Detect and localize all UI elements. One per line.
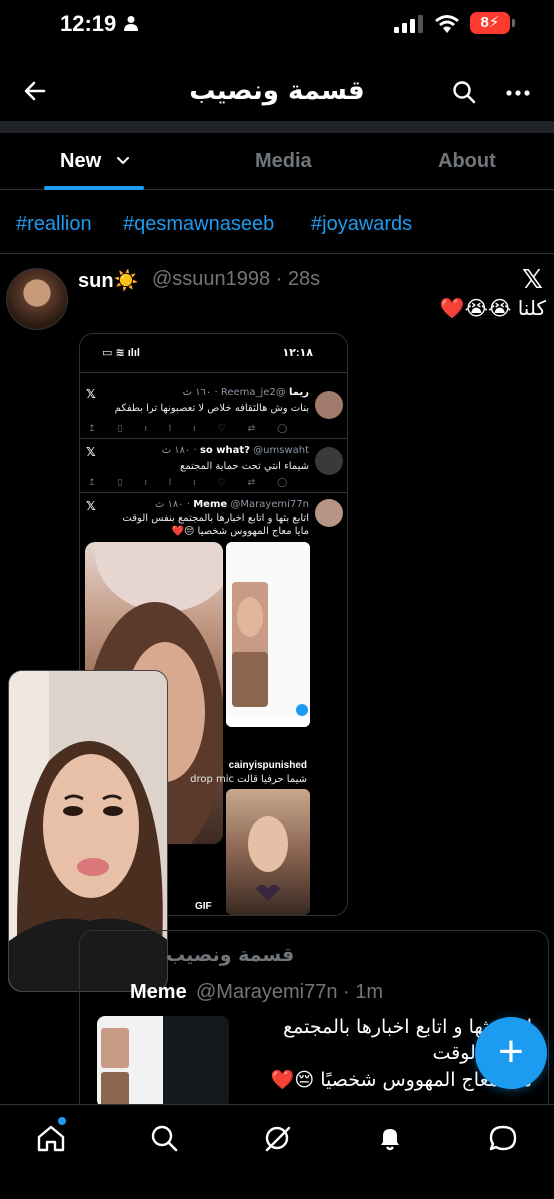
avatar[interactable] xyxy=(6,268,68,330)
messages-icon[interactable] xyxy=(488,1123,518,1153)
tab-new[interactable]: New xyxy=(60,150,101,173)
embedded-nested-screenshot xyxy=(226,542,310,727)
embedded-post-name: Meme xyxy=(193,499,228,510)
status-bar: 12:19 8⚡ xyxy=(0,0,554,50)
battery-tip xyxy=(512,19,515,27)
embedded-post: 𝕏 Meme @Marayemi77n · ١٨٠ ث اتابع بثها و… xyxy=(80,492,347,542)
embedded-time: ١٢:١٨ xyxy=(282,347,313,359)
hashtag-row: #reallion #qesmawnaseeb #joyawards xyxy=(0,190,554,254)
compose-plus-icon[interactable]: + xyxy=(475,1017,547,1089)
x-logo-icon: 𝕏 xyxy=(86,499,96,513)
home-notification-dot xyxy=(58,1117,66,1125)
hashtag-link[interactable]: #reallion xyxy=(16,213,92,236)
embedded-post: 𝕏 ريما @Reema_je2 · ١٦٠ ث بنات وش هالثقا… xyxy=(80,372,347,440)
embedded-post-meta: @Marayemi77n · ١٨٠ ث xyxy=(154,499,309,510)
tweet-author-name[interactable]: sun☀️ xyxy=(78,268,138,293)
tab-bar: New Media About xyxy=(0,134,554,190)
quoted-thumb-art xyxy=(97,1016,163,1108)
tweet-text: كلنا 😭😭❤️ xyxy=(439,296,546,320)
embedded-post-text: مايا معاج المهووس شخصيا 😔❤️ xyxy=(171,526,310,537)
tweet-author-handle: @ssuun1998 · 28s xyxy=(152,268,321,290)
avatar xyxy=(315,391,343,419)
embedded-post-name: ريما xyxy=(289,387,309,398)
status-time: 12:19 xyxy=(60,11,117,36)
x-logo-icon: 𝕏 xyxy=(522,264,543,294)
embedded-photo-art xyxy=(248,816,288,901)
embedded-status-icons: ▭ ≋ ılıl xyxy=(102,347,140,359)
embedded-post-text: شيما حرفيا قالت drop mic xyxy=(190,774,307,785)
battery-level: 8 xyxy=(480,14,489,31)
avatar xyxy=(315,447,343,475)
wifi-icon xyxy=(435,15,459,33)
quoted-author-handle: @Marayemi77n · 1m xyxy=(196,981,384,1003)
embedded-post: 𝕏 so what? @umswaht · ١٨٠ ث شيماء انتي ت… xyxy=(80,438,347,490)
battery-indicator: 8⚡ xyxy=(470,12,510,34)
x-logo-icon: 𝕏 xyxy=(86,445,96,459)
grok-icon[interactable] xyxy=(262,1123,292,1153)
embedded-post-text: اتابع بثها و اتابع اخبارها بالمجتمع بنفس… xyxy=(122,513,309,524)
embedded-actions: ↥▯ılı♡⇄◯ xyxy=(88,423,310,433)
notifications-icon[interactable] xyxy=(375,1123,405,1153)
quoted-community-label: قسمة ونصيب xyxy=(166,944,295,966)
embedded-post-text: بنات وش هالثقافه خلاص لا تعصبونها ترا بط… xyxy=(114,403,309,414)
embedded-post-header: Meme @Marayemi77n · ١٨٠ ث xyxy=(155,499,309,510)
embedded-post-header: ريما @Reema_je2 · ١٦٠ ث xyxy=(183,387,309,398)
gif-badge: GIF xyxy=(192,900,215,913)
tab-about[interactable]: About xyxy=(438,150,496,173)
chevron-down-icon[interactable] xyxy=(116,154,130,168)
signal-icon xyxy=(394,15,423,33)
embedded-post-meta: @Reema_je2 · ١٦٠ ث xyxy=(182,387,286,398)
community-header: قسمة ونصيب xyxy=(0,60,554,124)
embedded-post-text: شيماء انتي تحت حماية المجتمع xyxy=(180,461,309,472)
home-icon[interactable] xyxy=(36,1123,66,1153)
more-icon[interactable] xyxy=(505,89,531,97)
embedded-actions: ↥▯ılı♡⇄◯ xyxy=(88,477,310,487)
embedded-post-name: cainyispunished xyxy=(228,760,307,771)
search-icon[interactable] xyxy=(452,80,476,104)
quoted-media-thumbnail[interactable] xyxy=(97,1016,229,1108)
hashtag-link[interactable]: #qesmawnaseeb xyxy=(123,213,274,236)
tab-media[interactable]: Media xyxy=(255,150,312,173)
person-icon xyxy=(124,16,138,31)
explore-icon[interactable] xyxy=(149,1123,179,1153)
quoted-author-name[interactable]: Meme xyxy=(130,981,187,1004)
header-divider xyxy=(0,121,554,133)
embedded-photo xyxy=(226,789,310,915)
x-logo-icon: 𝕏 xyxy=(86,387,96,401)
embedded-post-header: so what? @umswaht · ١٨٠ ث xyxy=(162,445,309,456)
bottom-nav xyxy=(0,1104,554,1199)
hashtag-link[interactable]: #joyawards xyxy=(311,213,412,236)
embedded-post-name: so what? xyxy=(199,445,250,456)
embedded-nested-art xyxy=(226,542,310,727)
avatar xyxy=(315,499,343,527)
